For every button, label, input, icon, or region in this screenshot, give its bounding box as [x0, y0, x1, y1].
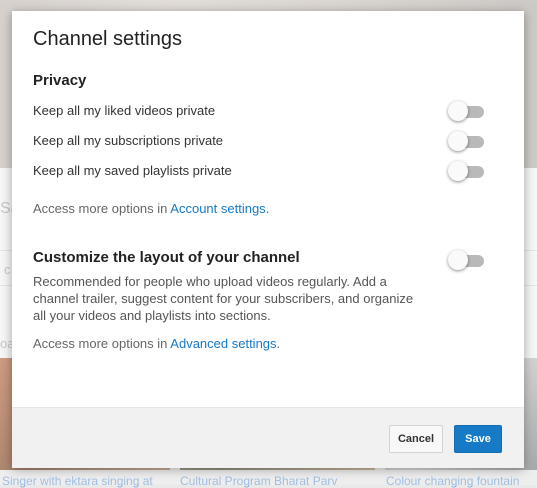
toggle-knob: [448, 101, 468, 121]
note-prefix: Access more options in: [33, 201, 171, 216]
advanced-settings-link[interactable]: Advanced settings: [170, 336, 276, 351]
toggle-knob: [448, 131, 468, 151]
subscriptions-private-label: Keep all my subscriptions private: [33, 133, 224, 148]
subscriptions-private-toggle[interactable]: [448, 131, 486, 151]
note-suffix: .: [276, 336, 281, 351]
dialog-footer: Cancel Save: [12, 407, 524, 468]
save-button[interactable]: Save: [454, 425, 502, 453]
toggle-knob: [448, 161, 468, 181]
privacy-heading: Privacy: [33, 72, 87, 89]
toggle-knob: [448, 250, 468, 270]
saved-playlists-private-label: Keep all my saved playlists private: [33, 163, 232, 178]
account-settings-note: Access more options in Account settings.: [33, 201, 269, 216]
channel-settings-dialog: Channel settings Privacy Keep all my lik…: [12, 11, 524, 468]
saved-playlists-private-toggle[interactable]: [448, 161, 486, 181]
customize-layout-toggle[interactable]: [448, 250, 486, 270]
note-suffix: .: [265, 201, 270, 216]
cancel-button[interactable]: Cancel: [389, 425, 443, 453]
liked-videos-private-toggle[interactable]: [448, 101, 486, 121]
customize-layout-heading: Customize the layout of your channel: [33, 249, 300, 266]
dialog-title: Channel settings: [33, 28, 182, 50]
note-prefix: Access more options in: [33, 336, 171, 351]
liked-videos-private-label: Keep all my liked videos private: [33, 103, 216, 118]
account-settings-link[interactable]: Account settings: [170, 201, 265, 216]
customize-layout-description: Recommended for people who upload videos…: [33, 274, 414, 323]
advanced-settings-note: Access more options in Advanced settings…: [33, 336, 280, 351]
